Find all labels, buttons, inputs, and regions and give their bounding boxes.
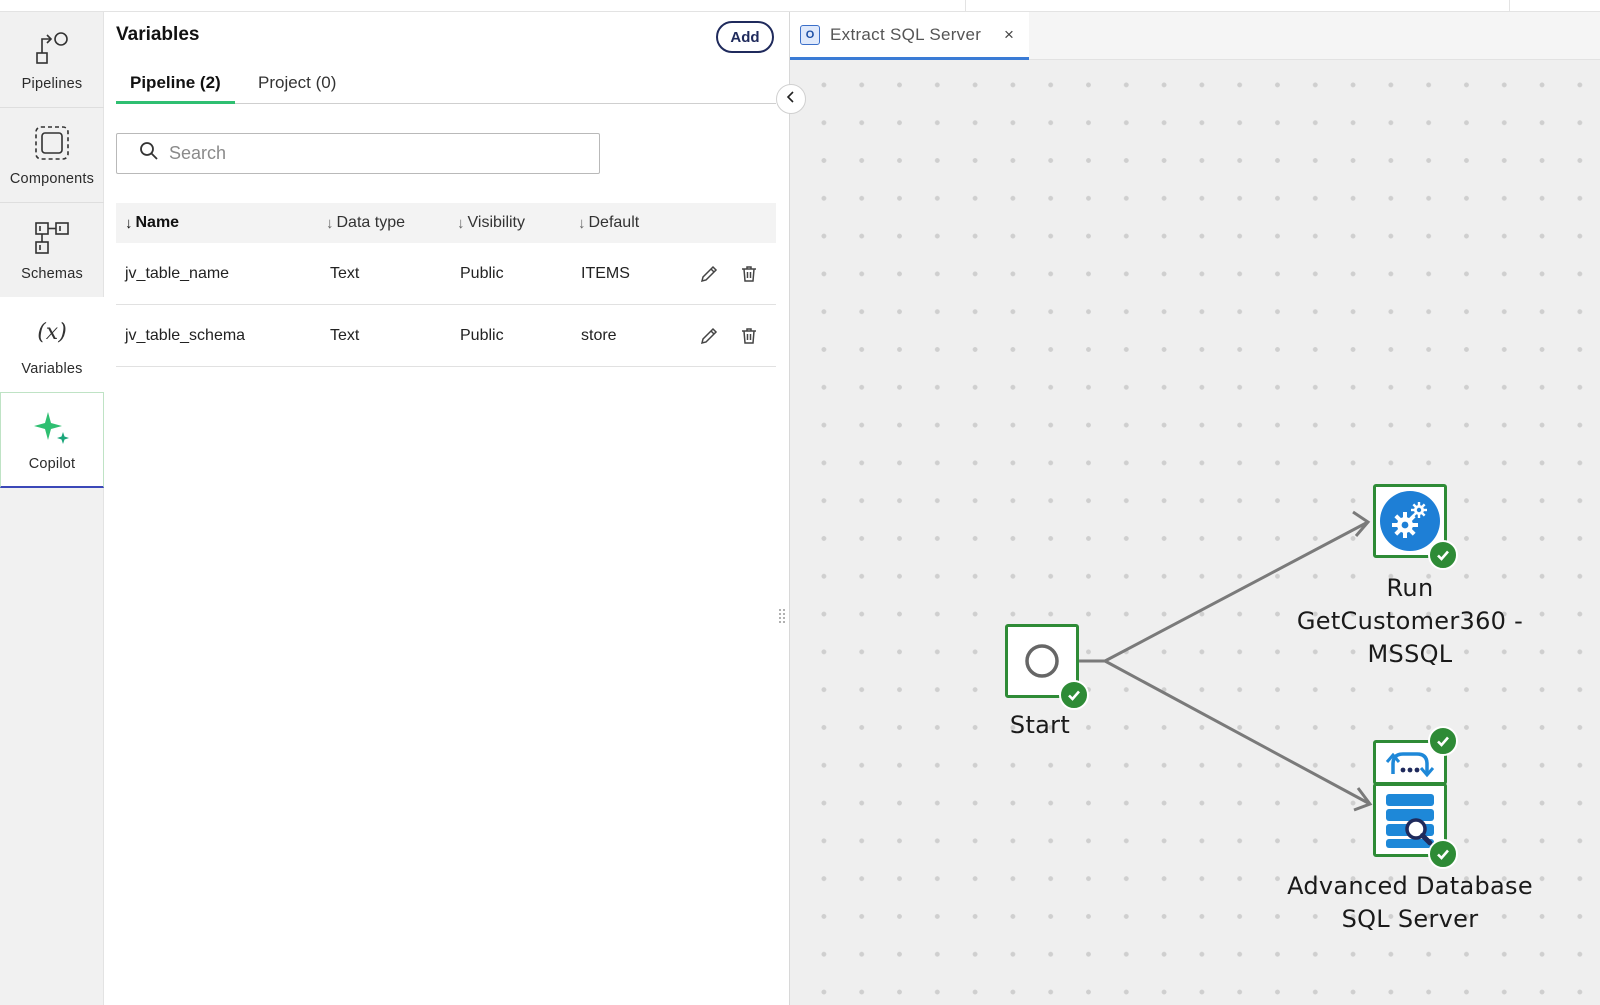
run-node-label-line: MSSQL [1367, 640, 1453, 668]
trash-icon[interactable] [737, 262, 761, 286]
success-check-icon [1428, 726, 1458, 756]
connectors [1058, 510, 1373, 812]
rail-item-pipelines[interactable]: Pipelines [0, 12, 104, 108]
sort-arrow-icon: ↓ [326, 214, 334, 232]
advanced-database-node[interactable] [1373, 726, 1458, 869]
close-icon[interactable]: × [998, 24, 1020, 46]
rail-item-components[interactable]: Components [0, 107, 104, 203]
edit-icon[interactable] [697, 262, 721, 286]
cell-default: store [581, 327, 617, 344]
rail-label-pipelines: Pipelines [21, 75, 83, 92]
start-node-label: Start [1009, 711, 1071, 739]
run-node-label: Run GetCustomer360 - MSSQL [1250, 572, 1570, 671]
chevron-left-icon [784, 90, 798, 109]
sort-arrow-icon: ↓ [125, 214, 133, 232]
canvas-tab-bar: O Extract SQL Server × [790, 12, 1600, 60]
table-row: jv_table_name Text Public ITEMS [116, 243, 776, 305]
column-label-data-type: Data type [336, 214, 405, 231]
edit-icon[interactable] [697, 324, 721, 348]
table-header: ↓ Name ↓ Data type ↓ Visibility ↓ Defaul… [116, 203, 776, 243]
column-label-visibility: Visibility [467, 214, 526, 231]
variables-icon: (x) [32, 313, 72, 353]
cell-name: jv_table_name [125, 265, 230, 282]
variables-table: ↓ Name ↓ Data type ↓ Visibility ↓ Defaul… [116, 203, 776, 367]
column-label-default: Default [588, 214, 640, 231]
panel-title: Variables [116, 24, 200, 45]
sparkle-icon [32, 408, 72, 448]
rail-item-variables[interactable]: (x) Variables [0, 297, 104, 393]
components-icon [32, 123, 72, 163]
orchestration-icon: O [800, 24, 820, 45]
run-node-label-line: Run [1386, 574, 1434, 602]
advanced-database-node-label: Advanced Database SQL Server [1240, 870, 1580, 936]
loop-icon [1385, 751, 1435, 777]
search-icon [139, 141, 159, 166]
database-search-icon [1386, 794, 1434, 848]
cell-name: jv_table_schema [125, 327, 246, 344]
run-gears-icon [1380, 491, 1440, 551]
add-variable-button[interactable]: Add [716, 21, 774, 53]
variables-glyph: (x) [37, 320, 67, 345]
rail-item-schemas[interactable]: Schemas [0, 202, 104, 298]
run-getcustomer360-node[interactable] [1373, 484, 1458, 570]
column-header-default[interactable]: ↓ Default [578, 203, 639, 243]
rail-label-copilot: Copilot [28, 455, 76, 472]
search-box [116, 133, 600, 174]
cell-default: ITEMS [581, 265, 630, 282]
advanced-node-label-line: SQL Server [1341, 905, 1479, 933]
cell-visibility: Public [460, 327, 504, 344]
column-header-visibility[interactable]: ↓ Visibility [457, 203, 525, 243]
table-row: jv_table_schema Text Public store [116, 305, 776, 367]
connector-start-advanced [1104, 659, 1371, 806]
cell-visibility: Public [460, 265, 504, 282]
top-strip [0, 0, 1600, 12]
column-label-name: Name [135, 214, 180, 231]
variables-tabs: Pipeline (2) Project (0) [116, 66, 776, 104]
column-header-name[interactable]: ↓ Name [125, 203, 179, 243]
resize-grip-icon[interactable] [778, 608, 786, 631]
success-check-icon [1428, 540, 1458, 570]
start-node[interactable] [1005, 624, 1089, 710]
collapse-panel-button[interactable] [776, 84, 806, 114]
run-node-label-line: GetCustomer360 - [1296, 607, 1524, 635]
trash-icon[interactable] [737, 324, 761, 348]
rail-label-variables: Variables [21, 360, 83, 377]
pipeline-canvas-area: O Extract SQL Server × Start Run GetCust… [790, 12, 1600, 1005]
rail-label-components: Components [9, 170, 95, 187]
schemas-icon [32, 218, 72, 258]
search-input[interactable] [169, 143, 569, 164]
cell-data-type: Text [330, 327, 360, 344]
tab-extract-sql-server[interactable]: O Extract SQL Server × [790, 12, 1029, 60]
tab-pipeline[interactable]: Pipeline (2) [116, 66, 235, 104]
sort-arrow-icon: ↓ [578, 214, 586, 232]
tab-project[interactable]: Project (0) [244, 66, 350, 104]
advanced-node-label-line: Advanced Database [1287, 872, 1533, 900]
left-rail: Pipelines Components Schemas (x) Variabl… [0, 12, 104, 1005]
start-circle-icon [1025, 644, 1059, 678]
column-header-data-type[interactable]: ↓ Data type [326, 203, 405, 243]
rail-label-schemas: Schemas [21, 265, 83, 282]
cell-data-type: Text [330, 265, 360, 282]
pipelines-icon [32, 28, 72, 68]
success-check-icon [1059, 680, 1089, 710]
tab-label: Extract SQL Server [830, 24, 982, 44]
rail-item-copilot[interactable]: Copilot [0, 392, 104, 488]
pipeline-canvas[interactable]: Start Run GetCustomer360 - MSSQL Advance… [790, 60, 1600, 1005]
sort-arrow-icon: ↓ [457, 214, 465, 232]
top-strip-segment [965, 0, 1510, 12]
success-check-icon [1428, 839, 1458, 869]
variables-panel: Variables Add Pipeline (2) Project (0) ↓… [104, 12, 790, 1005]
